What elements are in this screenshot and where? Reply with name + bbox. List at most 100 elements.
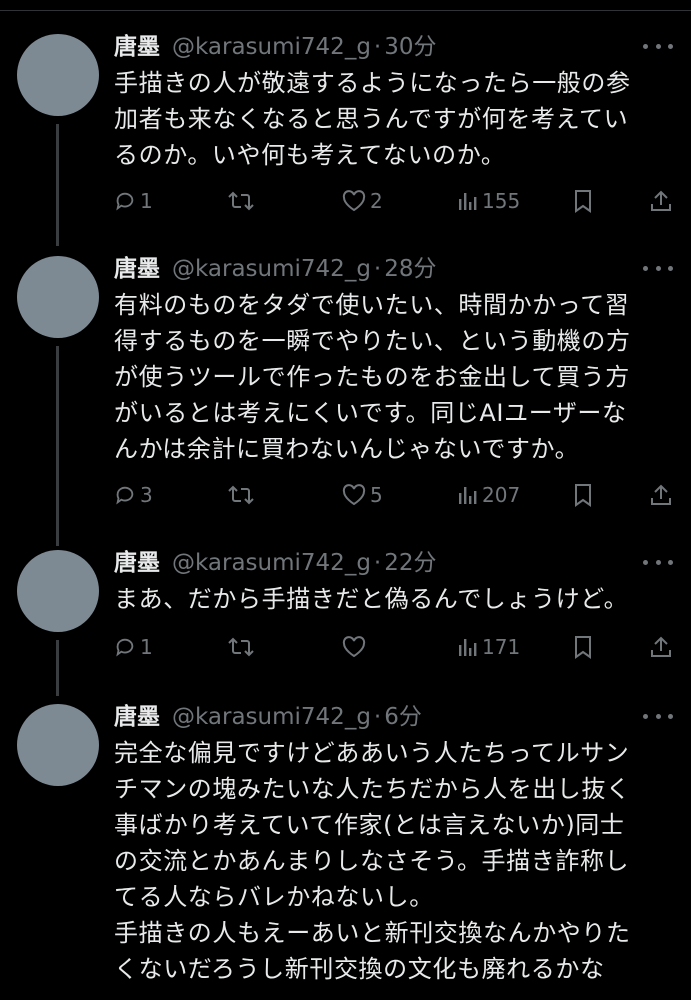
like-button[interactable]: 5 [342, 480, 383, 510]
views-icon [458, 636, 478, 658]
text-line: まあ、だから手描きだと偽るんでしょうけど。 [114, 585, 629, 613]
views-button[interactable]: 207 [458, 480, 520, 510]
share-icon [650, 483, 672, 507]
share-icon [650, 189, 672, 213]
tweet-text: まあ、だから手描きだと偽るんでしょうけど。 [114, 581, 673, 617]
reply-icon [114, 484, 136, 506]
text-line: 事ばかり考えていて作家(とは言えないか)同士 [114, 811, 625, 839]
text-line: がいるとは考えにくいです。同じAIユーザーな [114, 399, 627, 427]
like-button[interactable] [342, 632, 366, 662]
separator-dot: · [373, 256, 382, 282]
text-line: チマンの塊みたいな人たちだから人を出し抜く [114, 775, 631, 803]
views-count: 207 [482, 483, 521, 507]
text-line: の交流とかあんまりしなさそう。手描き詐称し [114, 847, 630, 875]
bookmark-button[interactable] [573, 480, 593, 510]
text-line: 手描きの人もえーあいと新刊交換なんかやりた [114, 919, 631, 947]
like-count: 5 [370, 483, 383, 507]
text-line: 得するものを一瞬でやりたい、という動機の方 [114, 327, 631, 355]
avatar[interactable] [17, 256, 99, 338]
views-count: 155 [482, 189, 521, 213]
tweet-header: 唐墨 @karasumi742_g · 28分 [114, 254, 673, 284]
text-line: 完全な偏見ですけどああいう人たちってルサン [114, 739, 630, 767]
more-icon[interactable] [643, 704, 673, 728]
timestamp[interactable]: 6分 [384, 702, 422, 732]
thread-line [56, 124, 59, 246]
retweet-icon [228, 484, 254, 506]
reply-count: 3 [140, 483, 153, 507]
share-button[interactable] [650, 632, 672, 662]
text-line: るのか。いや何も考えてないのか。 [114, 141, 506, 169]
retweet-button[interactable] [228, 480, 254, 510]
tweet-header: 唐墨 @karasumi742_g · 30分 [114, 32, 673, 62]
action-bar: 1 2 155 [0, 186, 691, 216]
views-button[interactable]: 155 [458, 186, 520, 216]
like-icon [342, 484, 366, 506]
like-button[interactable]: 2 [342, 186, 383, 216]
tweet-header: 唐墨 @karasumi742_g · 6分 [114, 702, 673, 732]
reply-icon [114, 190, 136, 212]
avatar[interactable] [17, 704, 99, 786]
display-name[interactable]: 唐墨 [114, 254, 160, 284]
share-button[interactable] [650, 480, 672, 510]
bookmark-icon [573, 483, 593, 507]
text-line: が使うツールで作ったものをお金出して買う方 [114, 363, 630, 391]
text-line: んかは余計に買わないんじゃないですか。 [114, 435, 580, 463]
bookmark-icon [573, 635, 593, 659]
views-count: 171 [482, 635, 521, 659]
timestamp[interactable]: 30分 [384, 32, 436, 62]
display-name[interactable]: 唐墨 [114, 32, 160, 62]
share-icon [650, 635, 672, 659]
bookmark-button[interactable] [573, 632, 593, 662]
views-button[interactable]: 171 [458, 632, 520, 662]
timestamp[interactable]: 22分 [384, 548, 436, 578]
text-line: 加者も来なくなると思うんですが何を考えてい [114, 105, 629, 133]
avatar[interactable] [17, 550, 99, 632]
retweet-button[interactable] [228, 632, 254, 662]
like-count: 2 [370, 189, 383, 213]
more-icon[interactable] [643, 256, 673, 280]
tweet-header: 唐墨 @karasumi742_g · 22分 [114, 548, 673, 578]
action-bar: 1 171 [0, 632, 691, 662]
user-handle[interactable]: @karasumi742_g [172, 702, 371, 732]
display-name[interactable]: 唐墨 [114, 548, 160, 578]
separator-dot: · [373, 550, 382, 576]
avatar[interactable] [17, 34, 99, 116]
reply-button[interactable]: 1 [114, 186, 153, 216]
bookmark-button[interactable] [573, 186, 593, 216]
bookmark-icon [573, 189, 593, 213]
more-icon[interactable] [643, 34, 673, 58]
user-handle[interactable]: @karasumi742_g [172, 254, 371, 284]
tweet-text: 手描きの人が敬遠するようになったら一般の参 加者も来なくなると思うんですが何を考え… [114, 65, 673, 173]
share-button[interactable] [650, 186, 672, 216]
text-line: 手描きの人が敬遠するようになったら一般の参 [114, 69, 631, 97]
views-icon [458, 190, 478, 212]
text-line: 有料のものをタダで使いたい、時間かかって習 [114, 291, 630, 319]
reply-count: 1 [140, 635, 153, 659]
action-bar: 3 5 207 [0, 480, 691, 510]
like-icon [342, 636, 366, 658]
reply-button[interactable]: 1 [114, 632, 153, 662]
thread-line [56, 346, 59, 546]
views-icon [458, 484, 478, 506]
reply-button[interactable]: 3 [114, 480, 153, 510]
retweet-icon [228, 636, 254, 658]
tweet[interactable]: 唐墨 @karasumi742_g · 30分 手描きの人が敬遠するようになった… [0, 0, 691, 246]
timestamp[interactable]: 28分 [384, 254, 436, 284]
more-icon[interactable] [643, 550, 673, 574]
like-icon [342, 190, 366, 212]
tweet[interactable]: 唐墨 @karasumi742_g · 28分 有料のものをタダで使いたい、時間… [0, 248, 691, 546]
reply-count: 1 [140, 189, 153, 213]
text-line: くないだろうし新刊交換の文化も廃れるかな [114, 955, 605, 983]
user-handle[interactable]: @karasumi742_g [172, 32, 371, 62]
separator-dot: · [373, 34, 382, 60]
text-line: てる人ならバレかねないし。 [114, 883, 434, 911]
tweet[interactable]: 唐墨 @karasumi742_g · 6分 完全な偏見ですけどああいう人たちっ… [0, 696, 691, 1000]
user-handle[interactable]: @karasumi742_g [172, 548, 371, 578]
tweet-text: 有料のものをタダで使いたい、時間かかって習 得するものを一瞬でやりたい、という動機… [114, 287, 673, 467]
display-name[interactable]: 唐墨 [114, 702, 160, 732]
tweet[interactable]: 唐墨 @karasumi742_g · 22分 まあ、だから手描きだと偽るんでし… [0, 542, 691, 696]
retweet-icon [228, 190, 254, 212]
retweet-button[interactable] [228, 186, 254, 216]
separator-dot: · [373, 704, 382, 730]
reply-icon [114, 636, 136, 658]
